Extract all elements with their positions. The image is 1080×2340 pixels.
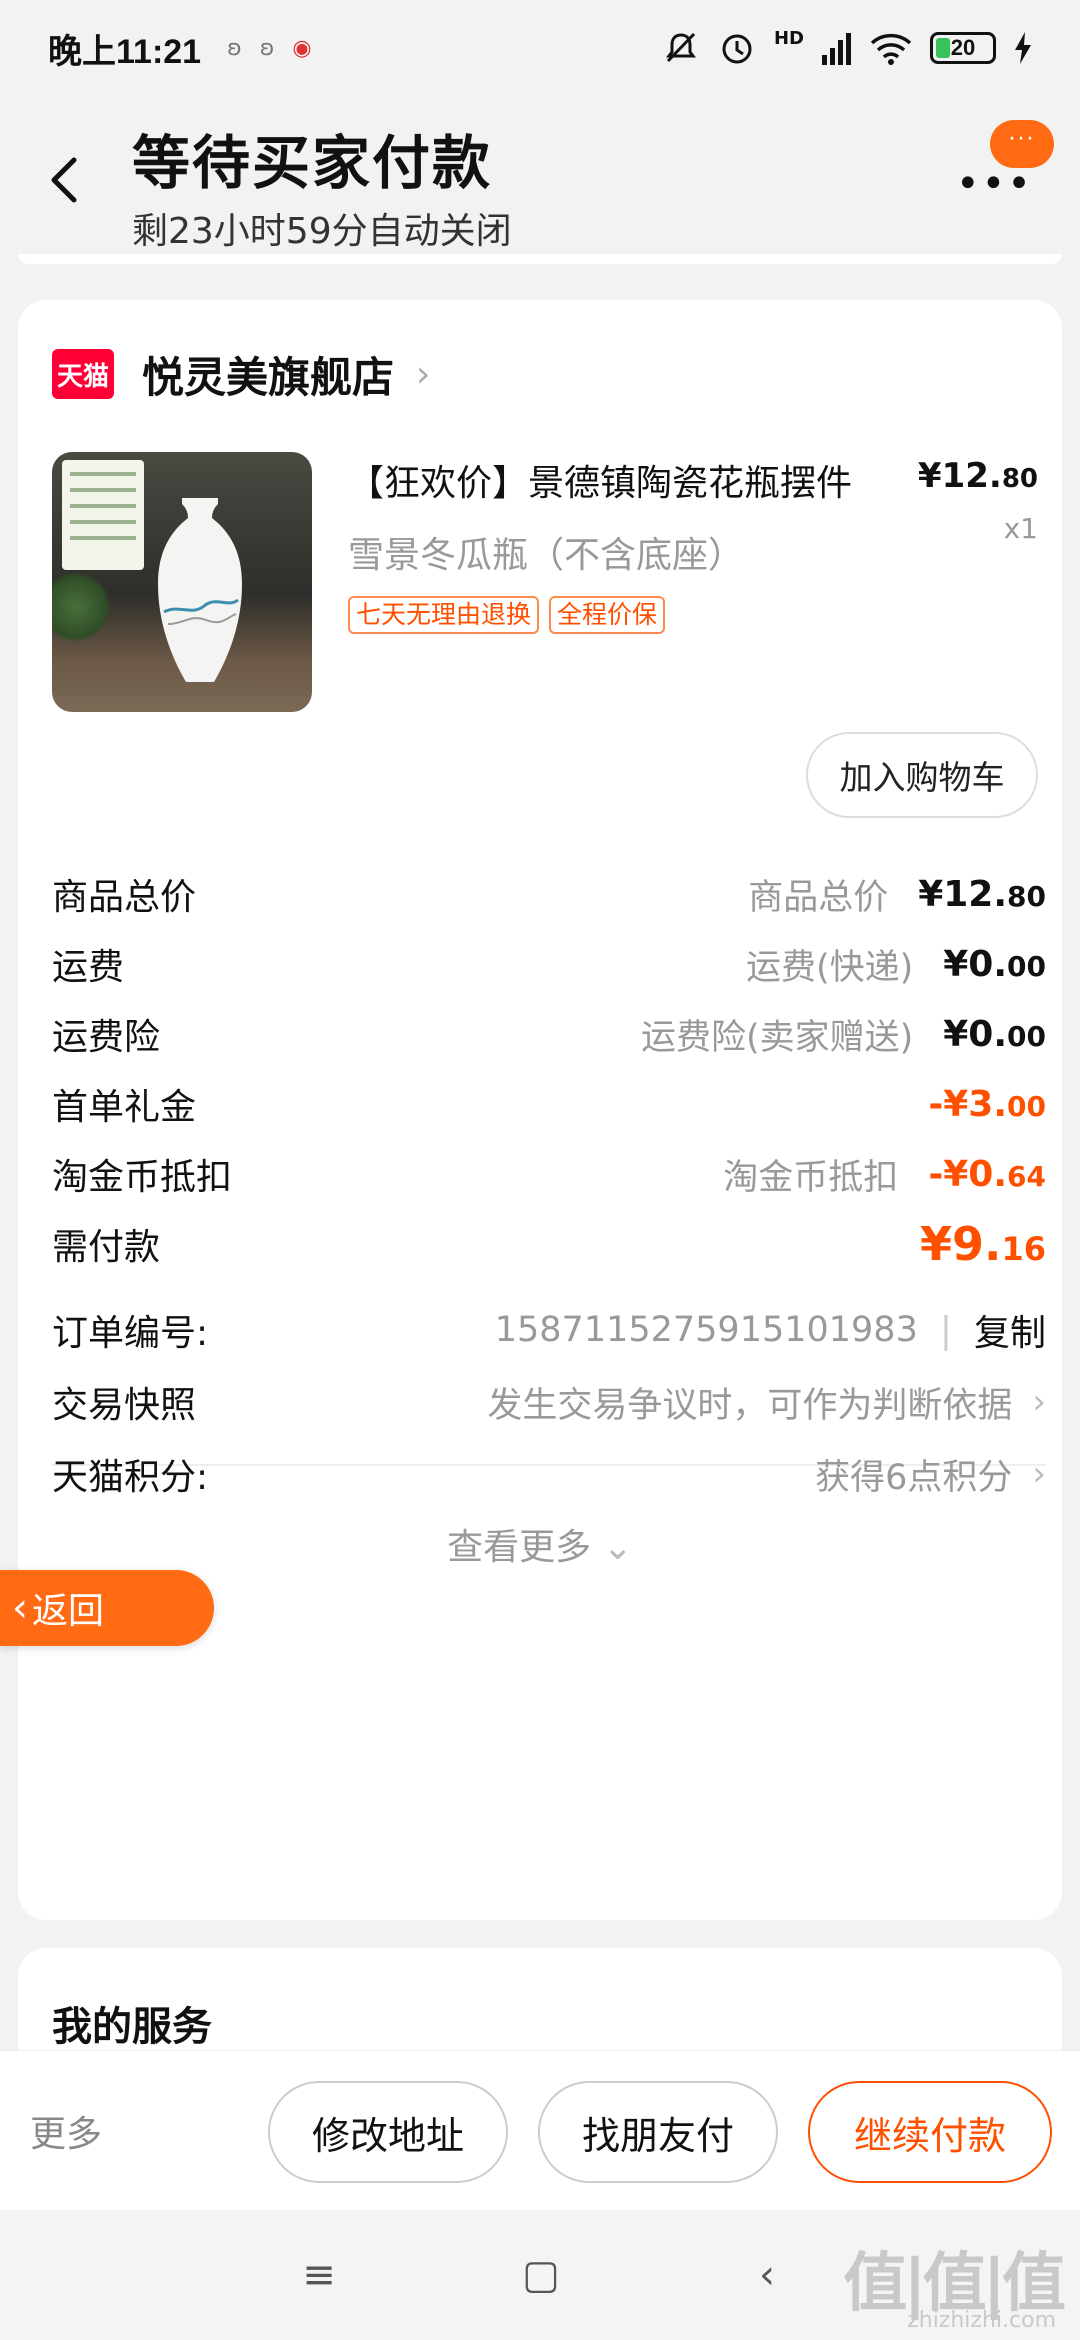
friend-pay-button[interactable]: 找朋友付 [538,2081,778,2183]
product-quantity: x1 [1003,512,1038,545]
product-price: ¥12.80 [917,456,1038,496]
fee-amount: -¥3.00 [928,1083,1046,1125]
fee-desc: 运费(快递) [745,947,914,988]
network-type: HD [773,27,804,49]
fee-label: 淘金币抵扣 [52,1157,233,1198]
modify-address-button[interactable]: 修改地址 [268,2081,508,2183]
more-dots-icon: ••• [956,161,1033,207]
home-icon[interactable]: ▢ [518,2252,564,2298]
bottom-action-bar: 更多 修改地址 找朋友付 继续付款 [0,2050,1080,2210]
fee-row-shipping: 运费 运费(快递) ¥0.00 [52,934,1046,994]
wifi-icon [870,33,912,65]
fee-desc: 运费险(卖家赠送) [640,1017,914,1058]
product-info-card [62,460,144,570]
order-card: 天猫 悦灵美旗舰店 › 【狂欢价】景德镇陶瓷花瓶摆件 ¥12.80 x1 雪景冬… [18,300,1062,1920]
chevron-left-icon: ‹ [12,1585,28,1631]
product-title[interactable]: 【狂欢价】景德镇陶瓷花瓶摆件 [348,454,908,506]
status-bar: 晚上11:21 ʚʚ◉ HD 20 [0,0,1080,96]
services-title: 我的服务 [52,2004,212,2050]
shop-name[interactable]: 悦灵美旗舰店 [142,344,394,405]
more-actions-button[interactable]: 更多 [30,2105,102,2157]
shop-row[interactable]: 天猫 悦灵美旗舰店 › [52,346,430,402]
fee-amount: ¥0.00 [943,943,1046,985]
fee-desc: 淘金币抵扣 [723,1157,899,1198]
more-menu-button[interactable]: ··· ••• [956,120,1056,207]
alarm-icon [722,34,752,64]
status-right-icons: HD 20 [662,27,1032,67]
plant-decoration [52,572,112,642]
watermark-url: zhizhizhi.com [907,2308,1056,2333]
mute-icon [665,32,696,63]
fee-label: 需付款 [52,1227,161,1268]
back-arrow-icon[interactable] [40,148,90,208]
fee-label: 商品总价 [52,877,197,918]
product-spec: 雪景冬瓜瓶（不含底座） [348,535,745,576]
status-time: 晚上11:21 [48,32,202,71]
vase-image [158,498,242,682]
fee-row-first-order-gift: 首单礼金 -¥3.00 [52,1074,1046,1134]
fee-row-amount-due: 需付款 ¥9.16 [52,1214,1046,1274]
fee-amount: ¥12.80 [918,873,1046,915]
product-image[interactable] [52,452,312,712]
header-card-edge [18,254,1062,264]
snapshot-label: 交易快照 [52,1385,197,1426]
fee-amount: ¥0.00 [943,1013,1046,1055]
battery-icon: 20 [930,32,996,64]
notification-icons: ʚʚ◉ [227,36,329,61]
fee-row-total: 商品总价 商品总价 ¥12.80 [52,864,1046,924]
separator: | [939,1309,952,1351]
chevron-down-icon: ⌄ [602,1527,633,1568]
page-title: 等待买家付款 [132,129,493,197]
back-nav-icon[interactable]: ‹ [744,2252,790,2298]
tag-return: 七天无理由退换 [348,596,540,634]
notification-icon: ʚ [259,35,293,61]
fee-row-coin-deduction: 淘金币抵扣 淘金币抵扣 -¥0.64 [52,1144,1046,1204]
header: 等待买家付款 剩23小时59分自动关闭 ··· ••• [0,96,1080,266]
points-desc: 获得6点积分 [815,1457,1013,1498]
fee-row-shipping-insurance: 运费险 运费险(卖家赠送) ¥0.00 [52,1004,1046,1064]
order-number-label: 订单编号: [52,1313,209,1354]
order-number-row: 订单编号: 1587115275915101983 | 复制 [52,1300,1046,1360]
tag-price-protect: 全程价保 [549,596,666,634]
points-label: 天猫积分: [52,1457,209,1498]
chevron-right-icon: › [1032,1382,1046,1422]
snapshot-desc: 发生交易争议时，可作为判断依据 [487,1385,1013,1426]
tmall-logo: 天猫 [52,349,114,399]
fee-label: 运费险 [52,1017,161,1058]
fee-label: 首单礼金 [52,1087,197,1128]
menu-icon[interactable]: ≡ [296,2252,342,2298]
continue-pay-button[interactable]: 继续付款 [808,2081,1052,2183]
fee-amount: -¥0.64 [928,1153,1046,1195]
add-to-cart-button[interactable]: 加入购物车 [806,732,1038,818]
fee-label: 运费 [52,947,125,988]
order-number: 1587115275915101983 [494,1310,918,1350]
chevron-right-icon: › [416,353,431,395]
floating-back-label: 返回 [32,1591,105,1632]
charging-icon [1015,32,1031,64]
floating-back-button[interactable]: ‹ 返回 [0,1570,214,1646]
amount-due: ¥9.16 [919,1217,1046,1271]
see-more-button[interactable]: 查看更多 ⌄ [18,1518,1062,1570]
copy-button[interactable]: 复制 [974,1304,1046,1356]
snapshot-row[interactable]: 交易快照 发生交易争议时，可作为判断依据 › [52,1372,1046,1432]
notification-icon: ʚ [227,35,260,61]
notification-icon: ◉ [292,35,330,61]
auto-close-countdown: 剩23小时59分自动关闭 [132,211,512,252]
points-row[interactable]: 天猫积分: 获得6点积分 › [52,1444,1046,1504]
chevron-right-icon: › [1032,1454,1046,1494]
product-tags: 七天无理由退换 全程价保 [348,596,666,634]
fee-desc: 商品总价 [748,877,889,918]
signal-icon [822,33,851,65]
